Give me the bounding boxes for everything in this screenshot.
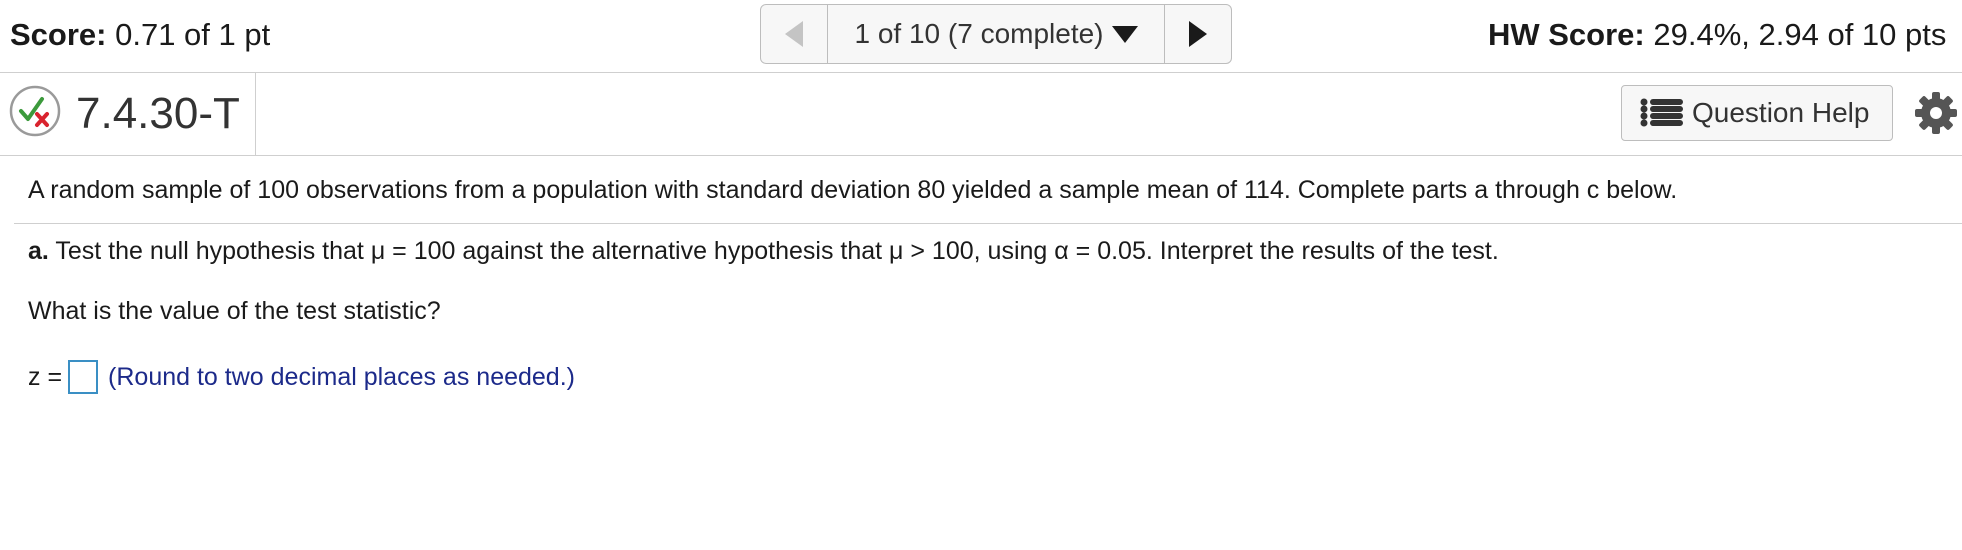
previous-question-button[interactable]: [761, 5, 828, 63]
list-icon: [1640, 98, 1683, 127]
gear-icon[interactable]: [1914, 91, 1958, 135]
question-score: Score: 0.71 of 1 pt: [10, 17, 270, 53]
score-bar: Score: 0.71 of 1 pt 1 of 10 (7 complete)…: [0, 0, 1962, 73]
score-value: 0.71 of 1 pt: [115, 17, 271, 52]
pager-status-text: 1 of 10 (7 complete): [854, 18, 1104, 49]
question-help-label: Question Help: [1692, 97, 1870, 128]
question-help-button[interactable]: Question Help: [1621, 85, 1893, 141]
hw-score-value: 29.4%, 2.94 of 10 pts: [1653, 17, 1947, 52]
question-pager: 1 of 10 (7 complete): [760, 4, 1232, 64]
question-id: 7.4.30-T: [76, 89, 240, 138]
test-statistic-prompt: What is the value of the test statistic?: [28, 297, 441, 325]
question-intro: A random sample of 100 observations from…: [28, 176, 1678, 204]
answer-row: z = (Round to two decimal places as need…: [28, 357, 575, 397]
arrow-right-icon: [1189, 21, 1207, 47]
hw-score-label: HW Score:: [1488, 17, 1645, 52]
question-header: 7.4.30-T Question Help: [0, 73, 1962, 156]
next-question-button[interactable]: [1164, 5, 1231, 63]
intro-divider: [14, 223, 1962, 224]
partial-correct-icon: [9, 85, 61, 137]
part-a-label: a.: [28, 237, 49, 265]
question-selector[interactable]: 1 of 10 (7 complete): [828, 5, 1164, 63]
header-divider: [255, 73, 256, 155]
rounding-hint: (Round to two decimal places as needed.): [108, 362, 575, 391]
caret-down-icon: [1111, 25, 1138, 43]
part-a-instructions: a. Test the null hypothesis that μ = 100…: [28, 237, 1499, 266]
z-answer-input[interactable]: [68, 360, 99, 394]
part-a-text: Test the null hypothesis that μ = 100 ag…: [55, 237, 1499, 265]
score-label: Score:: [10, 17, 107, 52]
z-label: z =: [28, 362, 63, 391]
homework-score: HW Score: 29.4%, 2.94 of 10 pts: [1488, 17, 1946, 53]
arrow-left-icon: [785, 21, 803, 47]
